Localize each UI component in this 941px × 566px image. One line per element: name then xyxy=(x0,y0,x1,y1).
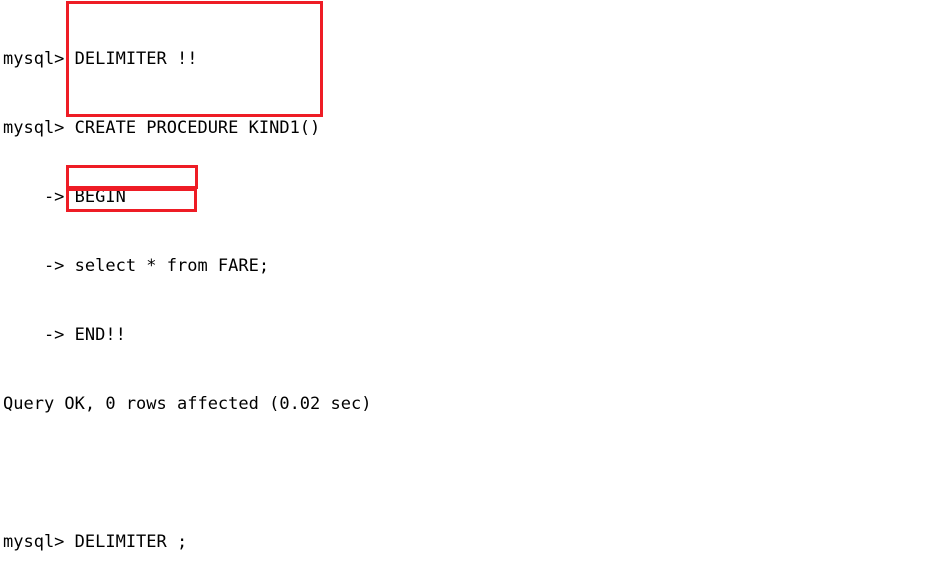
terminal-window[interactable]: mysql> DELIMITER !! mysql> CREATE PROCED… xyxy=(0,0,941,566)
terminal-line: Query OK, 0 rows affected (0.02 sec) xyxy=(3,394,372,414)
terminal-line: mysql> DELIMITER ; xyxy=(3,532,188,552)
terminal-line: mysql> CREATE PROCEDURE KIND1() xyxy=(3,118,321,138)
terminal-output[interactable]: mysql> DELIMITER !! mysql> CREATE PROCED… xyxy=(3,2,371,566)
terminal-line: -> select * from FARE; xyxy=(3,256,270,276)
terminal-line: -> END!! xyxy=(3,325,126,345)
terminal-line: mysql> DELIMITER !! xyxy=(3,49,198,69)
terminal-line: -> BEGIN xyxy=(3,187,126,207)
